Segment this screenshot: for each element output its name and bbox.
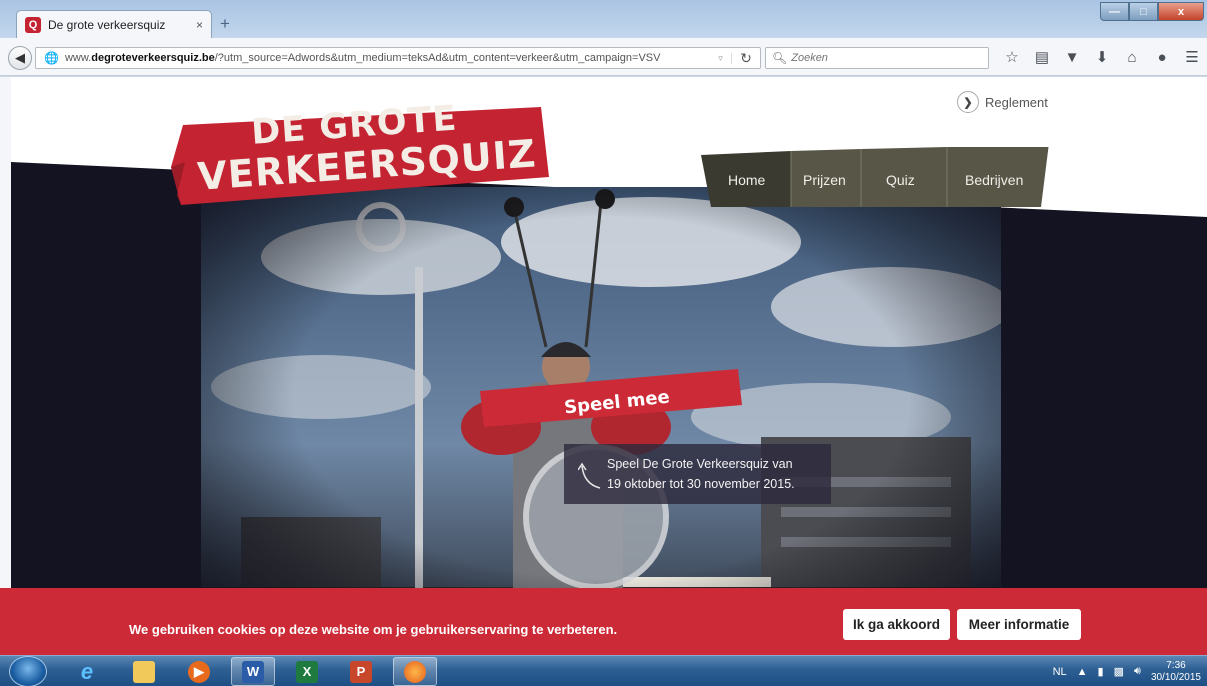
pocket-icon[interactable]: ▼ bbox=[1058, 48, 1086, 68]
excel-icon[interactable]: X bbox=[285, 657, 329, 686]
home-icon[interactable]: ⌂ bbox=[1118, 48, 1146, 68]
close-tab-icon[interactable]: × bbox=[196, 18, 203, 32]
close-window-button[interactable]: x bbox=[1158, 2, 1204, 21]
start-button[interactable] bbox=[9, 656, 47, 686]
campaign-dates-box: Speel De Grote Verkeersquiz van 19 oktob… bbox=[564, 444, 831, 504]
tab-title: De grote verkeersquiz bbox=[48, 17, 166, 32]
arrow-left-icon: ◀ bbox=[15, 50, 25, 65]
accept-cookies-button[interactable]: Ik ga akkoord bbox=[843, 609, 950, 640]
firefox-icon[interactable] bbox=[393, 657, 437, 686]
new-tab-button[interactable]: + bbox=[220, 14, 230, 34]
reading-list-icon[interactable]: ▤ bbox=[1028, 48, 1056, 68]
cookie-consent-bar: We gebruiken cookies op deze website om … bbox=[0, 588, 1207, 655]
nav-bedrijven[interactable]: Bedrijven bbox=[965, 172, 1023, 188]
volume-icon[interactable]: 🔊︎ bbox=[1134, 665, 1141, 678]
nav-prijzen[interactable]: Prijzen bbox=[803, 172, 846, 188]
battery-icon[interactable]: ▮ bbox=[1098, 665, 1104, 678]
chevron-right-icon: ❯ bbox=[957, 91, 979, 113]
window-controls: — □ x bbox=[1100, 2, 1204, 21]
browser-tab[interactable]: Q De grote verkeersquiz × bbox=[16, 10, 212, 38]
chat-icon[interactable]: ● bbox=[1148, 48, 1176, 68]
browser-toolbar: ◀ 🌐 www.degroteverkeersquiz.be/?utm_sour… bbox=[0, 38, 1207, 76]
address-bar[interactable]: 🌐 www.degroteverkeersquiz.be/?utm_source… bbox=[35, 47, 761, 69]
menu-icon[interactable]: ☰ bbox=[1178, 48, 1206, 68]
curved-arrow-icon bbox=[578, 462, 601, 489]
system-tray: NL ▲ ▮ ▩ 🔊︎ 7:36 30/10/2015 bbox=[1053, 656, 1201, 686]
search-icon: 🔍︎ bbox=[772, 51, 788, 65]
show-hidden-icons-icon[interactable]: ▲ bbox=[1077, 666, 1088, 678]
dates-line-1: Speel De Grote Verkeersquiz van bbox=[607, 457, 793, 471]
media-player-icon[interactable]: ▶ bbox=[177, 657, 221, 686]
internet-explorer-icon[interactable]: e bbox=[65, 657, 109, 686]
word-icon[interactable]: W bbox=[231, 657, 275, 686]
search-box[interactable]: 🔍︎ bbox=[765, 47, 989, 69]
cookie-message: We gebruiken cookies op deze website om … bbox=[129, 622, 618, 637]
clock[interactable]: 7:36 30/10/2015 bbox=[1151, 660, 1201, 684]
file-explorer-icon[interactable] bbox=[122, 657, 166, 686]
nav-home[interactable]: Home bbox=[728, 172, 765, 188]
signal-icon[interactable]: ▩ bbox=[1114, 665, 1124, 678]
clock-date: 30/10/2015 bbox=[1150, 671, 1201, 683]
reglement-label: Reglement bbox=[985, 94, 1048, 110]
url-history-dropdown-icon[interactable]: ▿ bbox=[710, 52, 732, 64]
download-icon[interactable]: ⬇ bbox=[1088, 48, 1116, 68]
globe-icon: 🌐 bbox=[44, 51, 59, 65]
back-button[interactable]: ◀ bbox=[8, 46, 32, 70]
campaign-dates-text: Speel De Grote Verkeersquiz van 19 oktob… bbox=[607, 454, 827, 494]
nav-quiz[interactable]: Quiz bbox=[886, 172, 915, 188]
powerpoint-icon[interactable]: P bbox=[339, 657, 383, 686]
reload-icon[interactable]: ↻ bbox=[732, 50, 760, 67]
reglement-link[interactable]: ❯ Reglement bbox=[957, 91, 1048, 113]
star-icon[interactable]: ☆ bbox=[998, 48, 1026, 68]
dates-line-2: 19 oktober tot 30 november 2015. bbox=[607, 477, 795, 491]
maximize-button[interactable]: □ bbox=[1129, 2, 1158, 21]
windows-taskbar: e ▶ W X P NL ▲ ▮ ▩ 🔊︎ 7:36 30/10/2015 bbox=[0, 655, 1207, 686]
browser-toolbar-icons: ☆ ▤ ▼ ⬇ ⌂ ● ☰ bbox=[998, 48, 1206, 68]
search-input[interactable] bbox=[791, 52, 982, 64]
clock-time: 7:36 bbox=[1166, 659, 1186, 671]
site-logo[interactable]: DE GROTE VERKEERSQUIZ bbox=[171, 99, 556, 207]
url-text[interactable]: www.degroteverkeersquiz.be/?utm_source=A… bbox=[65, 52, 710, 64]
more-info-button[interactable]: Meer informatie bbox=[957, 609, 1081, 640]
web-page: DE GROTE VERKEERSQUIZ ❯ Reglement Home P… bbox=[11, 77, 1207, 655]
minimize-button[interactable]: — bbox=[1100, 2, 1129, 21]
page-gutter bbox=[0, 77, 11, 655]
browser-titlebar: Q De grote verkeersquiz × + — □ x bbox=[0, 0, 1207, 38]
site-favicon-icon: Q bbox=[25, 16, 41, 33]
language-indicator[interactable]: NL bbox=[1053, 666, 1067, 678]
